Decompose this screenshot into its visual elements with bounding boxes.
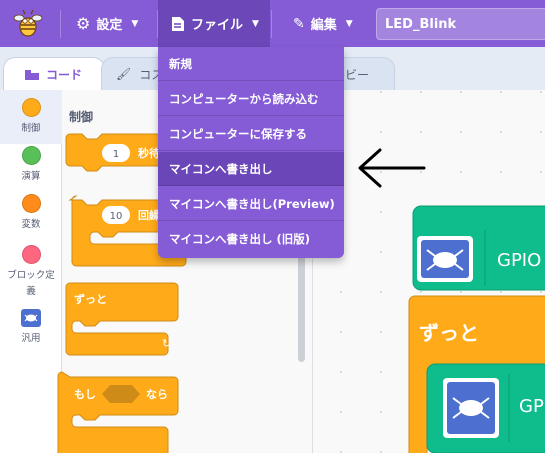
edit-label: 編集 bbox=[310, 18, 337, 33]
tab-code[interactable]: コード bbox=[3, 57, 105, 91]
menu-item-new[interactable]: 新規 bbox=[158, 47, 344, 81]
category-label-line1: ブロック定 bbox=[7, 270, 55, 281]
script-blocks: GPIO ずっと GP bbox=[408, 205, 545, 453]
divider bbox=[271, 10, 272, 38]
menu-item-write-to-microcontroller-legacy[interactable]: マイコンへ書き出し (旧版) bbox=[158, 222, 344, 256]
forever-block[interactable]: ずっと ↻ bbox=[65, 282, 179, 356]
category-operators[interactable]: 演算 bbox=[0, 146, 62, 182]
app-logo[interactable] bbox=[12, 8, 44, 40]
brush-icon: 🖌 bbox=[116, 67, 132, 81]
category-my-blocks[interactable]: ブロック定 義 bbox=[0, 245, 62, 297]
caret-down-icon: ▼ bbox=[252, 18, 259, 29]
file-dropdown-menu: 新規 コンピューターから読み込む コンピューターに保存する マイコンへ書き出し … bbox=[158, 47, 344, 258]
file-label: ファイル bbox=[191, 18, 244, 33]
file-menu[interactable]: ファイル ▼ bbox=[158, 0, 270, 47]
gpio-block[interactable]: GPIO bbox=[412, 205, 545, 291]
gear-icon: ⚙ bbox=[76, 14, 91, 33]
menu-item-write-to-microcontroller-preview[interactable]: マイコンへ書き出し(Preview) bbox=[158, 187, 344, 221]
board-icon bbox=[21, 309, 41, 327]
condition-slot[interactable] bbox=[102, 385, 140, 403]
menu-item-load-from-computer[interactable]: コンピューターから読み込む bbox=[158, 82, 344, 116]
menu-item-write-to-microcontroller[interactable]: マイコンへ書き出し bbox=[158, 152, 344, 186]
divider bbox=[60, 10, 61, 38]
caret-down-icon: ▼ bbox=[345, 18, 353, 29]
repeat-count: 10 bbox=[110, 211, 123, 222]
settings-menu[interactable]: ⚙ 設定 ▼ bbox=[76, 0, 138, 47]
inner-gpio-label: GP bbox=[519, 396, 544, 417]
gpio-label: GPIO bbox=[497, 250, 541, 271]
settings-label: 設定 bbox=[96, 18, 123, 33]
menu-bar: ⚙ 設定 ▼ ファイル ▼ ✎ 編集 ▼ bbox=[0, 0, 545, 47]
file-icon bbox=[171, 16, 185, 32]
caret-down-icon: ▼ bbox=[131, 18, 139, 29]
left-arrow-icon bbox=[358, 148, 426, 188]
category-label: 制御 bbox=[21, 123, 41, 134]
project-name-input[interactable] bbox=[376, 8, 545, 40]
category-dot bbox=[21, 245, 41, 264]
forever-script-label: ずっと bbox=[419, 321, 479, 345]
if-block[interactable]: もし なら bbox=[57, 371, 179, 453]
category-label: 汎用 bbox=[21, 333, 41, 344]
category-label-line2: 義 bbox=[26, 286, 36, 297]
loop-arrow-icon: ↻ bbox=[162, 337, 171, 350]
if-text: もし bbox=[74, 388, 96, 401]
script-area[interactable]: GPIO ずっと GP bbox=[313, 90, 545, 453]
code-icon bbox=[24, 69, 40, 81]
inner-gpio-block[interactable]: GP bbox=[426, 363, 545, 453]
pencil-icon: ✎ bbox=[293, 15, 305, 32]
then-text: なら bbox=[146, 388, 168, 401]
category-sidebar: 制御 演算 変数 ブロック定 義 汎用 bbox=[0, 90, 62, 453]
category-dot bbox=[21, 146, 41, 165]
category-general[interactable]: 汎用 bbox=[0, 309, 62, 344]
wait-value: 1 bbox=[113, 149, 119, 160]
wait-text: 秒待 bbox=[138, 146, 160, 160]
category-label: 演算 bbox=[21, 171, 41, 182]
menu-item-save-to-computer[interactable]: コンピューターに保存する bbox=[158, 117, 344, 151]
category-variables[interactable]: 変数 bbox=[0, 194, 62, 230]
tab-code-label: コード bbox=[46, 68, 83, 82]
category-label: 変数 bbox=[21, 219, 41, 230]
category-dot bbox=[21, 98, 41, 117]
category-dot bbox=[21, 194, 41, 213]
category-control[interactable]: 制御 bbox=[0, 90, 62, 144]
edit-menu[interactable]: ✎ 編集 ▼ bbox=[293, 0, 353, 47]
forever-text: ずっと bbox=[74, 292, 107, 306]
